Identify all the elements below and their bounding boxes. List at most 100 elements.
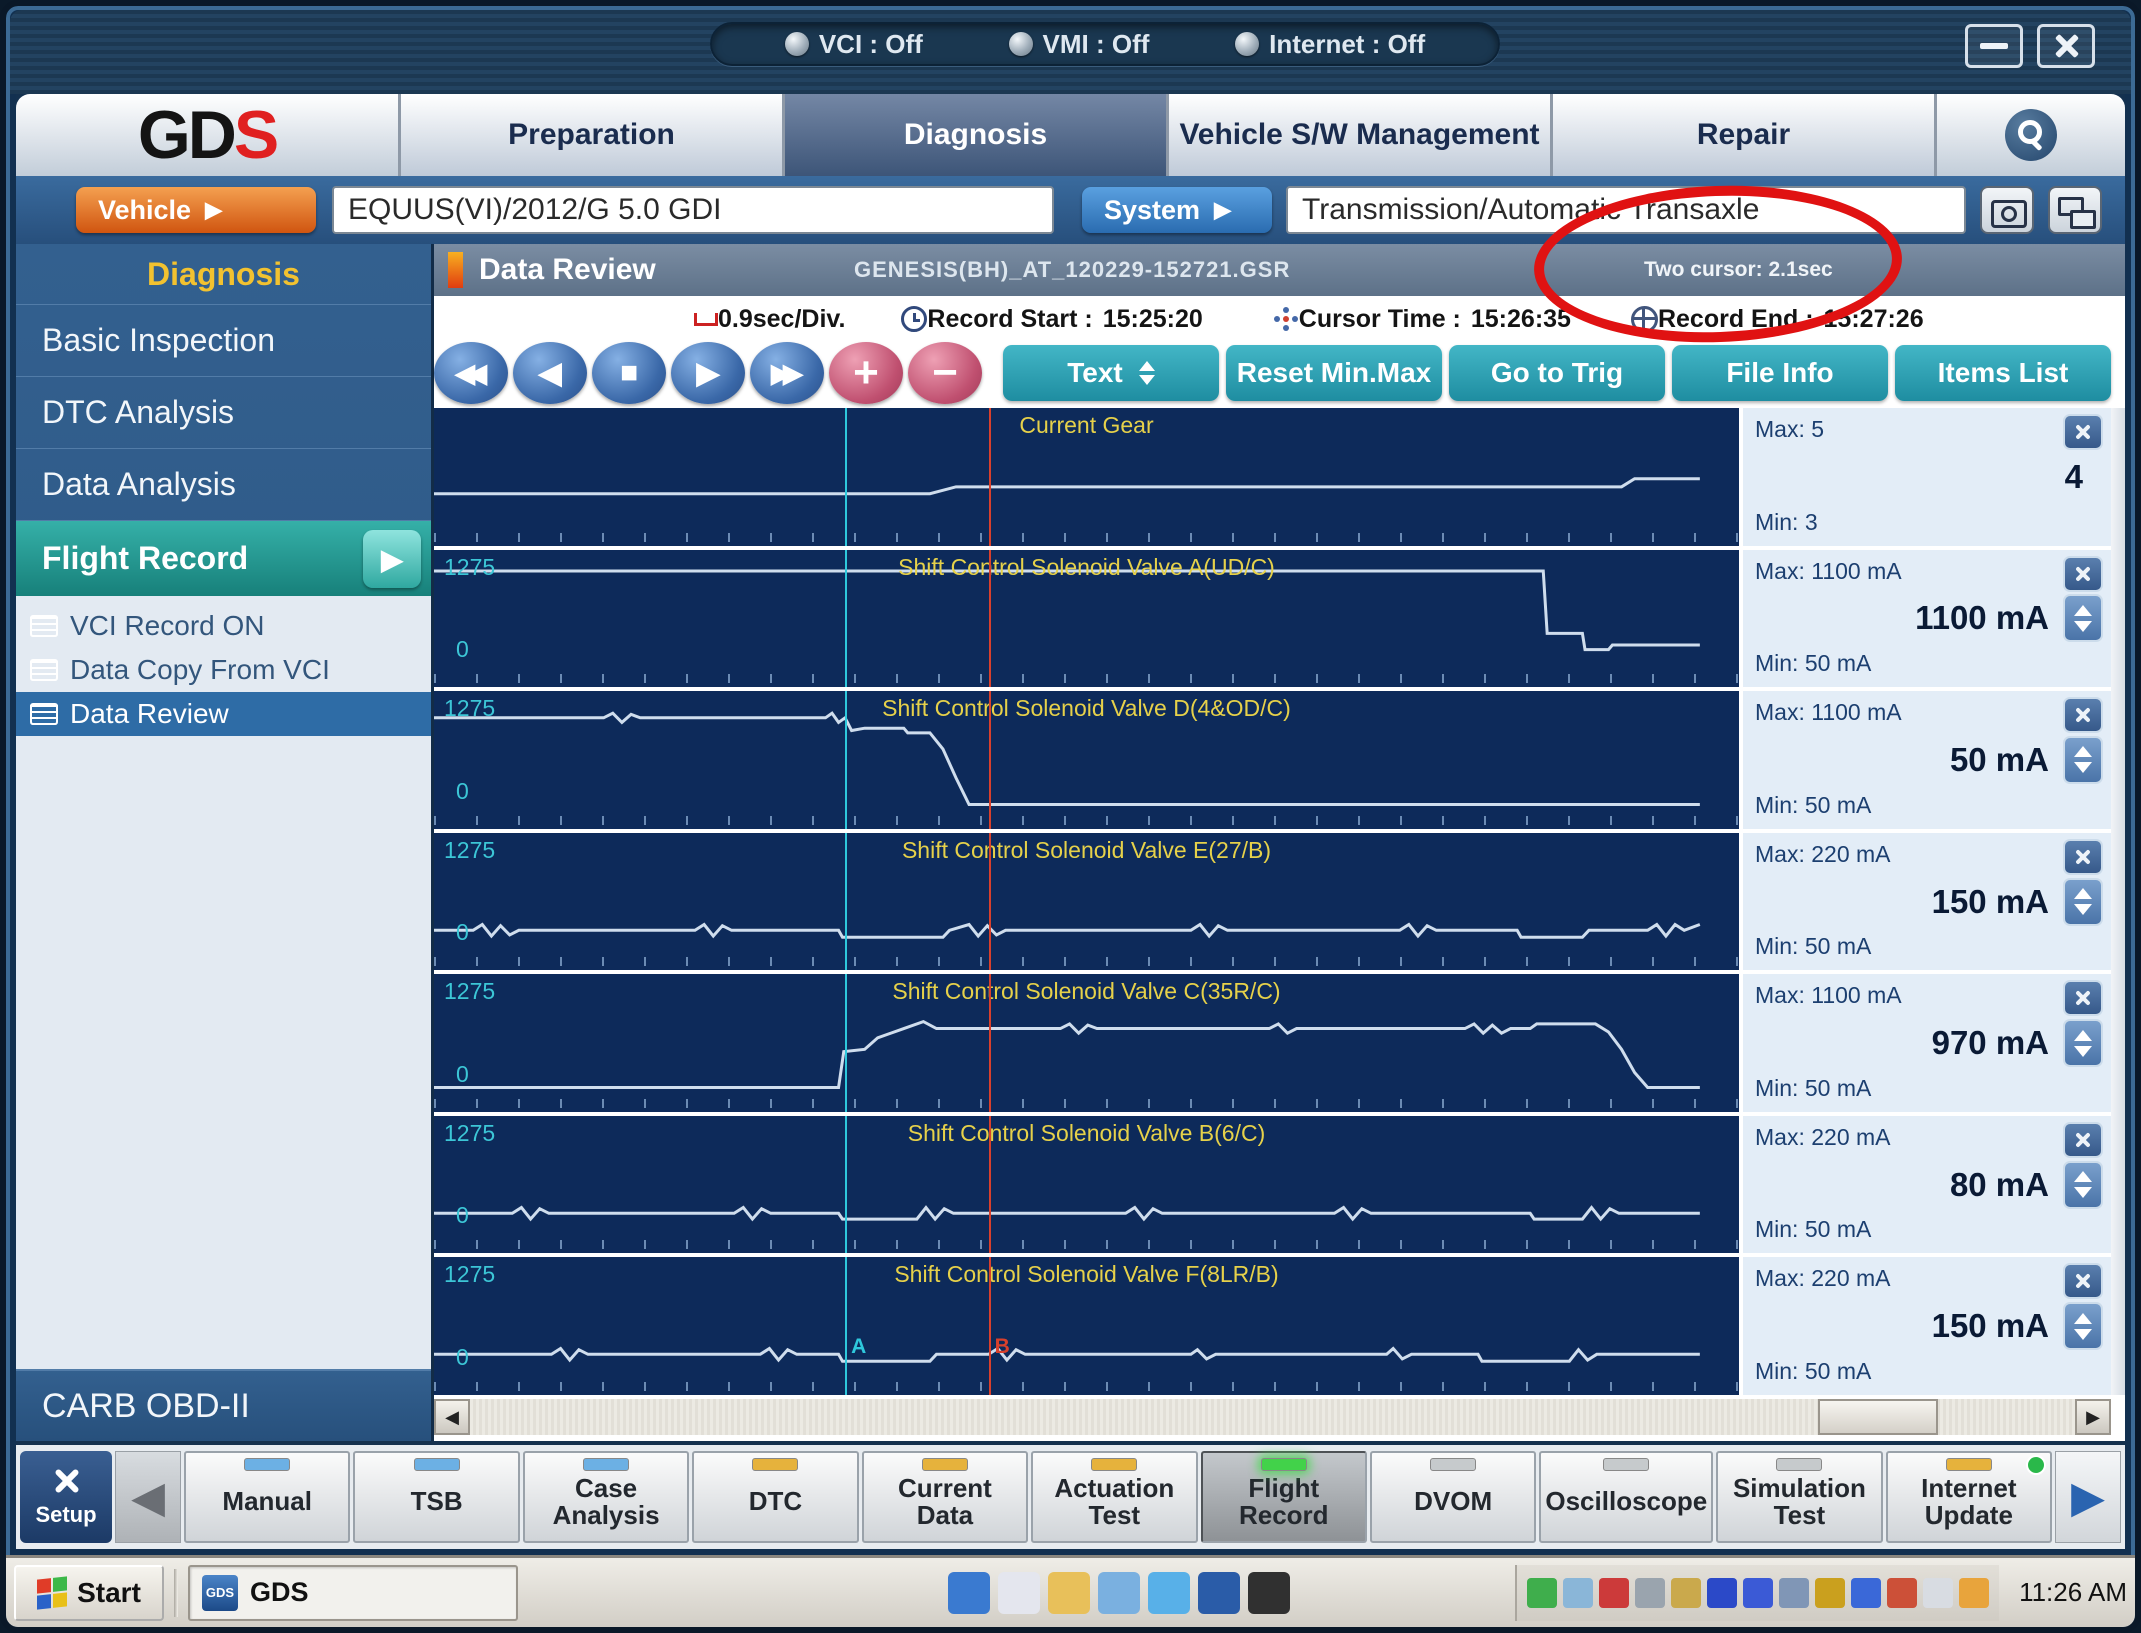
- text-mode-dropdown[interactable]: Text: [1003, 345, 1219, 401]
- range-adjust-button[interactable]: [2063, 1019, 2103, 1068]
- search-icon[interactable]: [2005, 109, 2057, 161]
- remove-channel-button[interactable]: [2063, 697, 2103, 734]
- toolbar-button-current-data[interactable]: Current Data: [861, 1451, 1029, 1543]
- remove-channel-button[interactable]: [2063, 838, 2103, 875]
- tab-vehicle-s-w-management[interactable]: Vehicle S/W Management: [1169, 94, 1553, 176]
- range-adjust-button[interactable]: [2063, 877, 2103, 926]
- minimize-button[interactable]: [1965, 24, 2023, 68]
- cursor-line-a[interactable]: [845, 1115, 848, 1254]
- zoom-out-button[interactable]: −: [908, 342, 982, 404]
- chart-plot[interactable]: Shift Control Solenoid Valve D(4&OD/C) 12…: [434, 691, 1739, 829]
- submenu-item-data-review[interactable]: Data Review: [16, 692, 431, 736]
- toolbar-button-flight-record[interactable]: Flight Record: [1200, 1451, 1367, 1543]
- play-button[interactable]: ▶: [671, 342, 745, 404]
- cursor-line-b[interactable]: [988, 832, 991, 971]
- quicklaunch-icon[interactable]: [1048, 1571, 1090, 1614]
- submenu-item-vci-record-on[interactable]: VCI Record ON: [16, 604, 431, 648]
- close-button[interactable]: [2037, 24, 2095, 68]
- sidebar-item-flight-record[interactable]: Flight Record ▶: [16, 520, 431, 596]
- toolbar-button-case-analysis[interactable]: Case Analysis: [522, 1451, 690, 1543]
- system-field[interactable]: Transmission/Automatic Transaxle: [1286, 186, 1966, 234]
- tab-diagnosis[interactable]: Diagnosis: [785, 94, 1169, 176]
- toolbar-button-simulation-test[interactable]: Simulation Test: [1716, 1451, 1883, 1543]
- cursor-line-b[interactable]: [988, 1257, 991, 1396]
- sidebar-item-dtc-analysis[interactable]: DTC Analysis: [16, 376, 431, 448]
- vehicle-field[interactable]: EQUUS(VI)/2012/G 5.0 GDI: [332, 186, 1054, 234]
- sidebar-item-data-analysis[interactable]: Data Analysis: [16, 448, 431, 520]
- tab-repair[interactable]: Repair: [1553, 94, 1937, 176]
- step-back-button[interactable]: ◀: [513, 342, 587, 404]
- toolbar-button-actuation-test[interactable]: Actuation Test: [1031, 1451, 1198, 1543]
- sidebar-item-basic-inspection[interactable]: Basic Inspection: [16, 304, 431, 376]
- cursor-line-a[interactable]: [845, 408, 848, 546]
- toolbar-button-manual[interactable]: Manual: [184, 1451, 351, 1543]
- tray-icon[interactable]: [1671, 1577, 1702, 1608]
- toolbar-scroll-left[interactable]: ◀: [115, 1451, 181, 1543]
- system-button[interactable]: System ▶: [1082, 187, 1272, 233]
- horizontal-scrollbar[interactable]: ◀ ▶: [434, 1399, 2111, 1435]
- tray-icon[interactable]: [1707, 1577, 1738, 1608]
- chart-plot[interactable]: Shift Control Solenoid Valve F(8LR/B) 127…: [434, 1257, 1739, 1396]
- cursor-line-a[interactable]: [845, 691, 848, 829]
- tray-icon[interactable]: [1563, 1577, 1594, 1608]
- tray-icon[interactable]: [1599, 1577, 1630, 1608]
- tray-icon[interactable]: [1779, 1577, 1810, 1608]
- cursor-line-b[interactable]: [988, 974, 991, 1112]
- chart-plot[interactable]: Shift Control Solenoid Valve E(27/B) 1275…: [434, 832, 1739, 971]
- cursor-line-a[interactable]: [845, 549, 848, 688]
- quicklaunch-icon[interactable]: [998, 1571, 1040, 1614]
- chart-plot[interactable]: Current Gear: [434, 408, 1739, 546]
- vehicle-button[interactable]: Vehicle ▶: [76, 187, 316, 233]
- tray-icon[interactable]: [1959, 1577, 1990, 1608]
- range-adjust-button[interactable]: [2063, 594, 2103, 643]
- cursor-line-b[interactable]: [988, 691, 991, 829]
- quicklaunch-icon[interactable]: [1148, 1571, 1190, 1614]
- toolbar-button-dtc[interactable]: DTC: [692, 1451, 859, 1543]
- go-to-trig-button[interactable]: Go to Trig: [1449, 345, 1665, 401]
- tray-icon[interactable]: [1851, 1577, 1882, 1608]
- submenu-item-data-copy-from-vci[interactable]: Data Copy From VCI: [16, 648, 431, 692]
- cursor-line-b[interactable]: [988, 549, 991, 688]
- expand-arrow-icon[interactable]: ▶: [363, 530, 421, 588]
- tray-icon[interactable]: [1815, 1577, 1846, 1608]
- tray-icon[interactable]: [1527, 1577, 1558, 1608]
- remove-channel-button[interactable]: [2063, 555, 2103, 592]
- scroll-right-arrow[interactable]: ▶: [2075, 1399, 2111, 1435]
- cursor-line-b[interactable]: [988, 1115, 991, 1254]
- tray-icon[interactable]: [1923, 1577, 1954, 1608]
- toolbar-button-tsb[interactable]: TSB: [353, 1451, 520, 1543]
- toolbar-scroll-right[interactable]: ▶: [2055, 1451, 2121, 1543]
- window-layout-button[interactable]: [2048, 186, 2102, 234]
- quicklaunch-icon[interactable]: [948, 1571, 990, 1614]
- tray-icon[interactable]: [1743, 1577, 1774, 1608]
- tray-icon[interactable]: [1635, 1577, 1666, 1608]
- scroll-left-arrow[interactable]: ◀: [434, 1399, 470, 1435]
- gds-task-button[interactable]: GDS GDS: [188, 1564, 518, 1621]
- cursor-line-a[interactable]: [845, 832, 848, 971]
- remove-channel-button[interactable]: [2063, 980, 2103, 1017]
- stop-button[interactable]: ■: [592, 342, 666, 404]
- remove-channel-button[interactable]: [2063, 414, 2103, 450]
- zoom-in-button[interactable]: +: [829, 342, 903, 404]
- chart-plot[interactable]: Shift Control Solenoid Valve B(6/C) 1275 0: [434, 1115, 1739, 1254]
- cursor-line-a[interactable]: [845, 1257, 848, 1396]
- range-adjust-button[interactable]: [2063, 1160, 2103, 1209]
- toolbar-button-dvom[interactable]: DVOM: [1369, 1451, 1537, 1543]
- tray-icon[interactable]: [1887, 1577, 1918, 1608]
- remove-channel-button[interactable]: [2063, 1121, 2103, 1158]
- quicklaunch-icon[interactable]: [1098, 1571, 1140, 1614]
- screenshot-camera-button[interactable]: [1980, 186, 2034, 234]
- toolbar-button-internet-update[interactable]: Internet Update: [1885, 1451, 2053, 1543]
- tab-preparation[interactable]: Preparation: [401, 94, 785, 176]
- file-info-button[interactable]: File Info: [1672, 345, 1888, 401]
- reset-min-max-button[interactable]: Reset Min.Max: [1226, 345, 1442, 401]
- start-button[interactable]: Start: [14, 1564, 164, 1621]
- range-adjust-button[interactable]: [2063, 735, 2103, 784]
- vertical-scrollbar[interactable]: [2111, 408, 2125, 1395]
- quicklaunch-icon[interactable]: [1198, 1571, 1240, 1614]
- scrollbar-track[interactable]: [470, 1399, 2075, 1435]
- scrollbar-thumb[interactable]: [1818, 1399, 1939, 1435]
- cursor-line-a[interactable]: [845, 974, 848, 1112]
- setup-button[interactable]: Setup: [20, 1451, 112, 1543]
- fast-forward-button[interactable]: ▶▶: [750, 342, 824, 404]
